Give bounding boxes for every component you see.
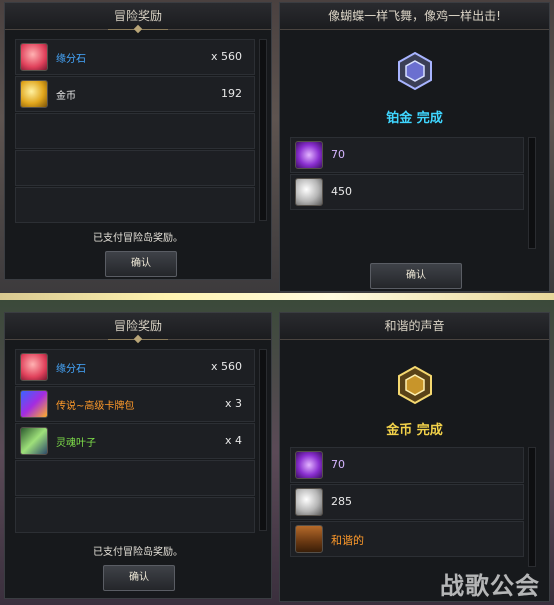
silver-coin-icon [295, 178, 323, 206]
scrollbar[interactable] [259, 39, 267, 221]
soul-leaf-icon [20, 427, 48, 455]
heart-stone-icon [20, 43, 48, 71]
gold-coin-icon [20, 80, 48, 108]
list-item [15, 187, 255, 223]
status-text: 已支付冒险岛奖励。 [93, 547, 183, 558]
panel-title: 像蝴蝶一样飞舞，像鸡一样出击! [280, 3, 549, 30]
list-item [15, 460, 255, 496]
reward-list: 70 450 [290, 137, 524, 211]
list-item: 70 [290, 447, 524, 483]
list-item [15, 150, 255, 186]
panel-title: 和谐的声音 [280, 313, 549, 340]
scrollbar[interactable] [259, 349, 267, 531]
reward-list: 缘分石 x 560 传说~高级卡牌包 x 3 灵魂叶子 x 4 [15, 349, 255, 534]
gold-emblem-icon [397, 365, 432, 405]
platinum-emblem-icon [397, 51, 432, 91]
adventure-reward-panel-bottom: 冒险奖励 缘分石 x 560 传说~高级卡牌包 x 3 灵魂叶子 x 4 已支付… [4, 312, 272, 599]
purple-crystal-icon [295, 141, 323, 169]
heart-stone-icon [20, 353, 48, 381]
list-item: 285 [290, 484, 524, 520]
mission-complete-panel-top: 像蝴蝶一样飞舞，像鸡一样出击! 铂金 完成 70 450 确认 [279, 2, 550, 292]
scrollbar[interactable] [528, 447, 536, 567]
status-text: 已支付冒险岛奖励。 [93, 233, 183, 244]
rank-complete-text: 铂金 完成 [386, 111, 443, 126]
scrollbar[interactable] [528, 137, 536, 249]
list-item: 和谐的 [290, 521, 524, 557]
card-pack-icon [20, 390, 48, 418]
list-item [15, 113, 255, 149]
mission-complete-panel-bottom: 和谐的声音 金币 完成 70 285 和谐的 [279, 312, 550, 602]
purple-crystal-icon [295, 451, 323, 479]
confirm-button[interactable]: 确认 [103, 565, 175, 591]
reward-list: 缘分石 x 560 金币 192 [15, 39, 255, 224]
reward-list: 70 285 和谐的 [290, 447, 524, 558]
title-ornament [108, 335, 168, 345]
list-item: 灵魂叶子 x 4 [15, 423, 255, 459]
rank-complete-text: 金币 完成 [386, 423, 443, 438]
adventure-reward-panel-top: 冒险奖励 缘分石 x 560 金币 192 已支付冒险岛奖励。 确认 [4, 2, 272, 280]
silver-coin-icon [295, 488, 323, 516]
list-item: 缘分石 x 560 [15, 349, 255, 385]
watermark: 战歌公会 [440, 572, 540, 600]
list-item: 70 [290, 137, 524, 173]
list-item: 金币 192 [15, 76, 255, 112]
list-item [15, 497, 255, 533]
confirm-button[interactable]: 确认 [370, 263, 462, 289]
list-item: 传说~高级卡牌包 x 3 [15, 386, 255, 422]
treasure-chest-icon [295, 525, 323, 553]
list-item: 450 [290, 174, 524, 210]
list-item: 缘分石 x 560 [15, 39, 255, 75]
confirm-button[interactable]: 确认 [105, 251, 177, 277]
title-ornament [108, 25, 168, 35]
panel-title: 冒险奖励 [5, 3, 271, 30]
panel-title: 冒险奖励 [5, 313, 271, 340]
